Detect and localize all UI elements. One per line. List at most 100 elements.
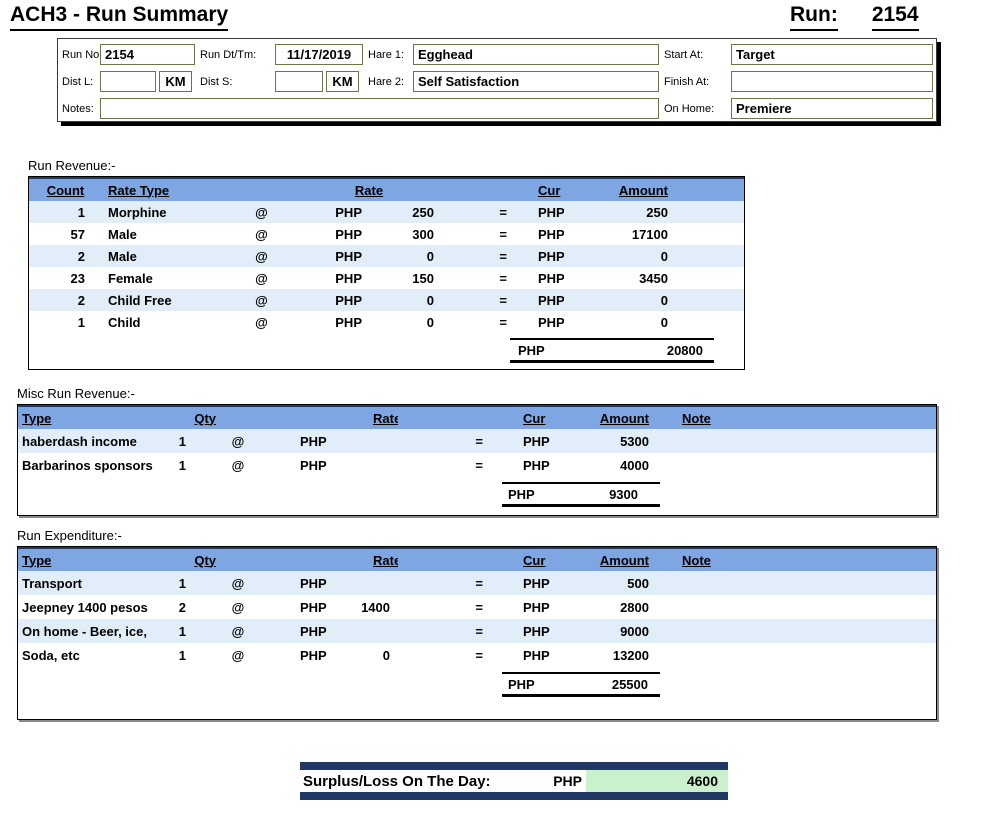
dist-s-unit: KM [326,71,359,92]
rate-currency-cell: PHP [335,270,362,286]
amount-header: Amount [618,182,668,198]
total-amount: 25500 [611,677,648,692]
currency-cell: PHP [523,647,550,663]
dist-s-group: KM [275,71,363,92]
at-symbol: @ [255,270,268,286]
surplus-currency: PHP [553,773,582,789]
total-currency: PHP [518,343,545,358]
equals-symbol: = [475,457,483,473]
currency-cell: PHP [538,248,564,264]
run-no-field[interactable]: 2154 [100,44,195,65]
rate-currency-cell: PHP [335,292,362,308]
on-home-field[interactable]: Premiere [731,98,933,119]
run-dttm-label: Run Dt/Tm: [200,48,257,61]
start-at-label: Start At: [664,48,704,61]
qty-cell: 1 [178,647,186,663]
rate-header: Rate [373,552,398,568]
equals-symbol: = [499,248,507,264]
total-currency: PHP [508,487,535,502]
hare1-field[interactable]: Egghead [413,44,659,65]
rate-currency-cell: PHP [300,575,327,591]
currency-cell: PHP [523,457,550,473]
table-row: On home - Beer, ice, 1 @ PHP = PHP 9000 [18,619,936,643]
amount-header: Amount [599,552,649,568]
type-cell: Morphine [108,204,167,220]
surplus-amount: 4600 [586,770,728,792]
rate-currency-cell: PHP [300,647,327,663]
misc-revenue-section: Misc Run Revenue:- Type Qty Rate Cur Amo… [17,386,937,516]
rate-currency-cell: PHP [335,314,362,330]
expenditure-total-row: PHP 25500 [18,672,936,697]
expenditure-header-row: Type Qty Rate Cur Amount Note [18,547,936,571]
dist-l-label: Dist L: [62,75,94,88]
surplus-top-bar [300,762,728,770]
type-cell: Child Free [108,292,172,308]
dist-l-unit: KM [159,71,192,92]
hare2-field[interactable]: Self Satisfaction [413,71,659,92]
rate-cell: 0 [426,314,434,330]
rate-currency-cell: PHP [300,599,327,615]
qty-cell: 2 [178,599,186,615]
count-cell: 2 [77,292,85,308]
notes-label: Notes: [62,102,94,115]
equals-symbol: = [475,599,483,615]
rate-cell: 0 [382,647,390,663]
rate-cell: 250 [412,204,434,220]
type-cell: Soda, etc [22,647,80,663]
currency-cell: PHP [523,623,550,639]
start-at-field[interactable]: Target [731,44,933,65]
notes-field[interactable] [100,98,659,119]
equals-symbol: = [499,226,507,242]
surplus-label: Surplus/Loss On The Day: [303,772,491,790]
count-cell: 57 [70,226,85,242]
run-dttm-field[interactable]: 11/17/2019 [275,44,363,65]
page-title: ACH3 - Run Summary [10,3,229,31]
run-revenue-section-label: Run Revenue:- [28,158,116,173]
type-cell: Male [108,248,137,264]
currency-cell: PHP [538,270,564,286]
rate-cell: 0 [426,292,434,308]
type-cell: Jeepney 1400 pesos [22,599,148,615]
finish-at-field[interactable] [731,71,933,92]
equals-symbol: = [475,433,483,449]
cur-header: Cur [523,410,546,426]
expenditure-total: PHP 25500 [502,672,660,697]
dist-l-field[interactable] [100,71,156,92]
qty-cell: 1 [178,623,186,639]
hare1-label: Hare 1: [368,48,405,61]
run-reference: Run: 2154 [790,3,919,31]
run-header-form: Run No: 2154 Run Dt/Tm: 11/17/2019 Hare … [57,38,937,122]
surplus-bottom-bar [300,792,728,800]
run-revenue-total-row: PHP 20800 [29,338,744,363]
equals-symbol: = [499,204,507,220]
rate-currency-cell: PHP [335,204,362,220]
amount-cell: 0 [660,292,668,308]
table-row: 23 Female @ PHP 150 = PHP 3450 [29,267,744,289]
cur-header: Cur [523,552,546,568]
run-label: Run: [790,3,838,31]
currency-cell: PHP [523,575,550,591]
surplus-section: Surplus/Loss On The Day: PHP 4600 [300,762,728,800]
misc-revenue-table: Type Qty Rate Cur Amount Note haberdash … [17,404,937,516]
count-cell: 1 [77,314,85,330]
hare2-label: Hare 2: [368,75,405,88]
amount-cell: 9000 [620,623,649,639]
amount-cell: 13200 [612,647,649,663]
run-revenue-header-row: Count Rate Type Rate Cur Amount [29,177,744,201]
table-row: 2 Child Free @ PHP 0 = PHP 0 [29,289,744,311]
amount-cell: 500 [627,575,649,591]
on-home-label: On Home: [664,102,715,115]
qty-cell: 1 [178,433,186,449]
rate-cell: 0 [426,248,434,264]
at-symbol: @ [231,623,245,639]
type-cell: On home - Beer, ice, [22,623,147,639]
at-symbol: @ [255,226,268,242]
run-revenue-section: Run Revenue:- Count Rate Type Rate Cur A… [28,158,745,370]
finish-at-label: Finish At: [664,75,710,88]
dist-s-field[interactable] [275,71,323,92]
qty-header: Qty [194,410,216,426]
at-symbol: @ [255,204,268,220]
currency-cell: PHP [523,433,550,449]
rate-cell: 150 [412,270,434,286]
at-symbol: @ [231,457,245,473]
